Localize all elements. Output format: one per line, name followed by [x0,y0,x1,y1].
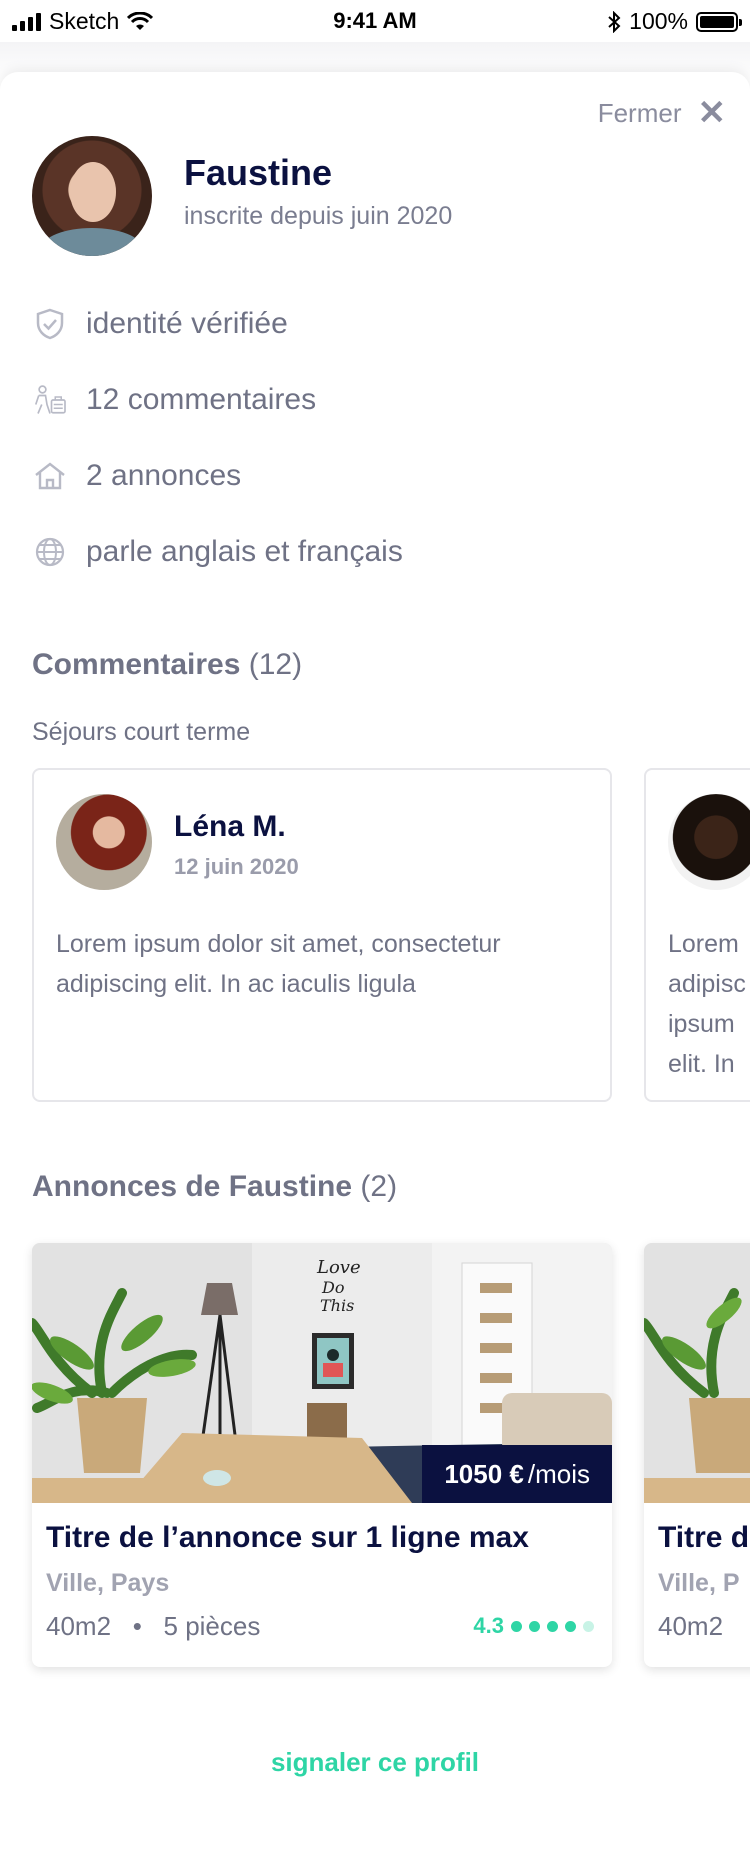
listing-title: Titre d [658,1521,750,1554]
rating-dot [547,1620,558,1632]
avatar [32,136,152,256]
close-label: Fermer [597,97,682,128]
rating-value: 4.3 [473,1613,504,1638]
room-illustration [644,1243,750,1503]
comment-date: 12 juin 2020 [174,854,299,879]
info-text: parle anglais et français [86,535,403,568]
comments-title: Commentaires [32,648,241,681]
listing-surface: 40m2 [46,1611,112,1641]
comment-text: Lorem ipsum dolor sit amet, consectetur … [56,930,501,998]
listing-surface: 40m2 [658,1611,724,1641]
report-profile-link[interactable]: signaler ce profil [0,1747,750,1778]
info-text: 2 annonces [86,459,242,492]
listing-rooms: 5 pièces [163,1611,261,1641]
battery-percent: 100% [629,8,688,34]
comment-author: Léna M. [174,810,286,843]
rating-dot [565,1620,576,1632]
svg-text:Do: Do [321,1278,344,1297]
info-text: identité vérifiée [86,307,288,340]
comment-avatar [668,794,750,890]
rating-dot [529,1620,540,1632]
comments-heading: Commentaires (12) [32,648,302,682]
listing-price: 1050 € [444,1458,524,1489]
comments-subtitle: Séjours court terme [32,718,251,746]
listing-title: Titre de l’annonce sur 1 ligne max [46,1521,529,1554]
shield-check-icon [32,306,68,342]
rating-dots [511,1620,594,1632]
svg-text:This: This [320,1296,354,1315]
listing-meta: 40m2 [658,1611,723,1642]
svg-text:Love: Love [316,1257,361,1278]
listing-card[interactable]: Love Do This 1050 € /mois Titre de l’ann… [32,1243,612,1667]
info-languages: parle anglais et français [32,534,403,570]
listing-location: Ville, P [658,1569,740,1597]
member-since: inscrite depuis juin 2020 [184,202,453,230]
listing-price-unit: /mois [527,1458,590,1489]
comment-avatar [56,794,152,890]
bullet-separator: • [118,1611,157,1641]
listing-photo [644,1243,750,1503]
profile-name: Faustine [184,152,333,193]
listing-photo: Love Do This 1050 € /mois [32,1243,612,1503]
listing-card-next[interactable]: Titre d Ville, P 40m2 [644,1243,750,1667]
battery-icon [696,11,742,32]
house-icon [32,458,68,494]
info-text: 12 commentaires [86,383,317,416]
comments-count: (12) [248,648,303,681]
listings-count: (2) [360,1170,398,1203]
comment-card[interactable]: Léna M. 12 juin 2020 Lorem ipsum dolor s… [32,768,612,1102]
listing-rating: 4.3 [473,1613,594,1639]
comment-card-next[interactable]: Lorem adipisc ipsum elit. In [644,768,750,1102]
listings-heading: Annonces de Faustine (2) [32,1170,397,1204]
globe-icon [32,534,68,570]
close-button[interactable]: Fermer ✕ [598,96,726,130]
info-comments: 12 commentaires [32,382,316,418]
rating-dot [511,1620,522,1632]
profile-sheet: Fermer ✕ Faustine inscrite depuis juin 2… [0,72,750,1864]
comment-text: Lorem adipisc ipsum elit. In [668,930,746,1078]
rating-dot [583,1620,594,1632]
price-tag: 1050 € /mois [422,1445,612,1503]
close-icon: ✕ [697,94,727,132]
info-listings: 2 annonces [32,458,241,494]
traveler-luggage-icon [32,382,68,418]
status-bar: Sketch 9:41 AM 100% [0,0,750,42]
listings-title: Annonces de Faustine [32,1170,353,1203]
battery-group: 100% [607,8,742,35]
listing-meta: 40m2 • 5 pièces [46,1611,260,1642]
listing-location: Ville, Pays [46,1569,170,1597]
bluetooth-icon [608,10,621,33]
info-verified: identité vérifiée [32,306,288,342]
